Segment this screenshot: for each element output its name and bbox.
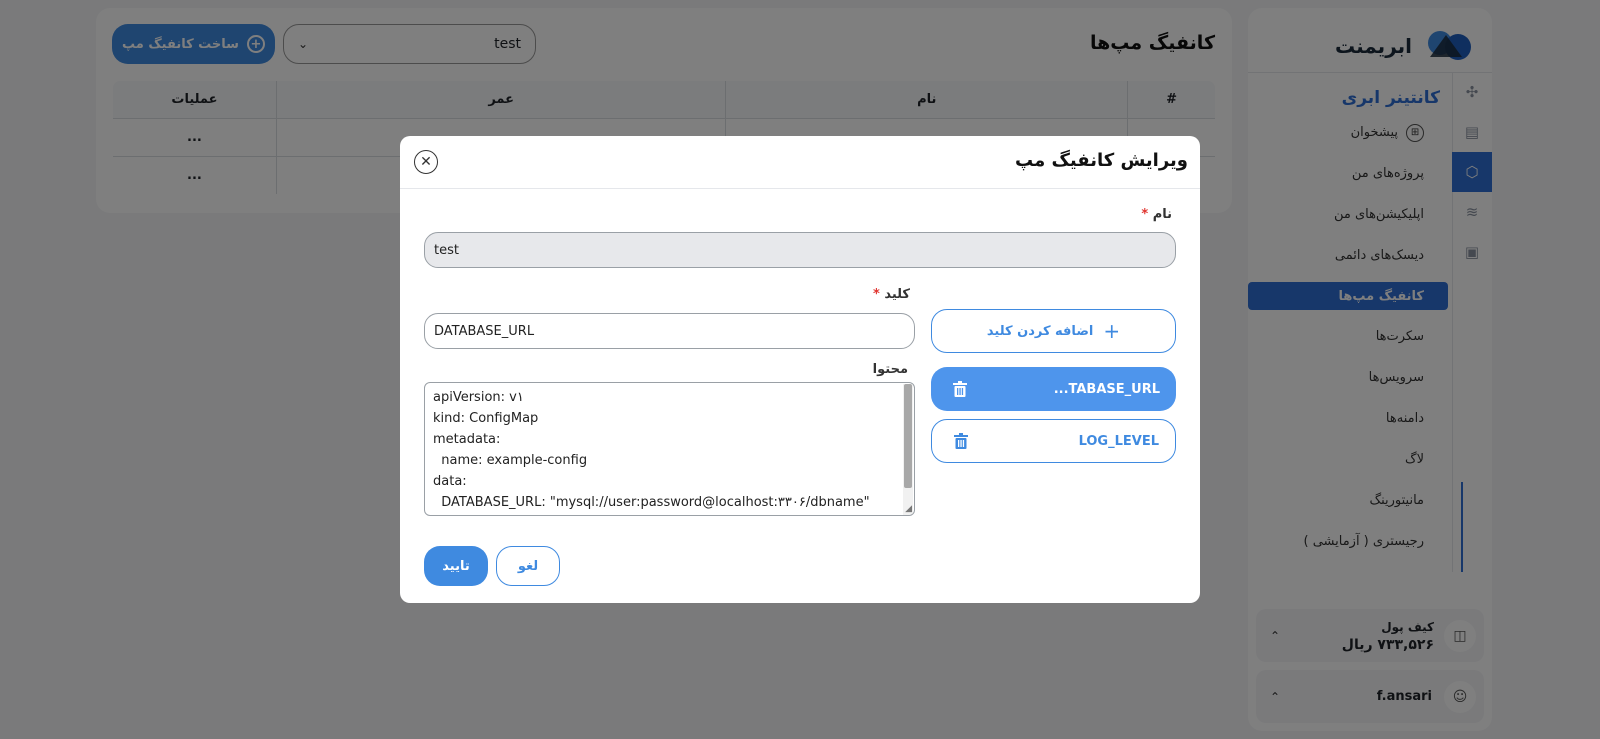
name-label-text: نام [1152,207,1172,222]
trash-icon[interactable] [953,381,967,397]
key-item-label: LOG_LEVEL [1078,433,1159,449]
scrollbar-thumb[interactable] [904,384,912,488]
key-item-log-level[interactable]: LOG_LEVEL [931,419,1176,463]
required-mark: * [872,287,880,302]
key-field-label: کلید * [871,287,910,302]
trash-icon[interactable] [954,433,968,449]
content-text: apiVersion: v۱ kind: ConfigMap metadata:… [433,390,870,510]
required-mark: * [1141,207,1149,222]
content-field-label: محتوا [872,362,908,377]
edit-configmap-modal: ویرایش کانفیگ مپ ✕ نام * کلید * محتوا ap… [400,136,1200,603]
resize-grip-icon[interactable]: ◢ [905,504,912,514]
name-field[interactable] [424,232,1176,268]
add-key-label: اضافه کردن کلید [986,323,1094,339]
cancel-button[interactable]: لغو [496,546,560,586]
modal-title: ویرایش کانفیگ مپ [1015,150,1188,171]
close-icon[interactable]: ✕ [414,150,438,174]
add-key-button[interactable]: + اضافه کردن کلید [931,309,1176,353]
plus-icon: + [1103,319,1121,343]
name-field-label: نام * [1139,207,1172,222]
content-scrollbar[interactable] [903,384,913,515]
key-field[interactable] [424,313,915,349]
modal-header: ویرایش کانفیگ مپ ✕ [400,136,1200,189]
content-textarea[interactable]: apiVersion: v۱ kind: ConfigMap metadata:… [424,382,915,516]
confirm-button[interactable]: تایید [424,546,488,586]
key-label-text: کلید [884,287,910,302]
key-item-database-url[interactable]: ...TABASE_URL [931,367,1176,411]
key-item-label: ...TABASE_URL [1053,381,1160,397]
